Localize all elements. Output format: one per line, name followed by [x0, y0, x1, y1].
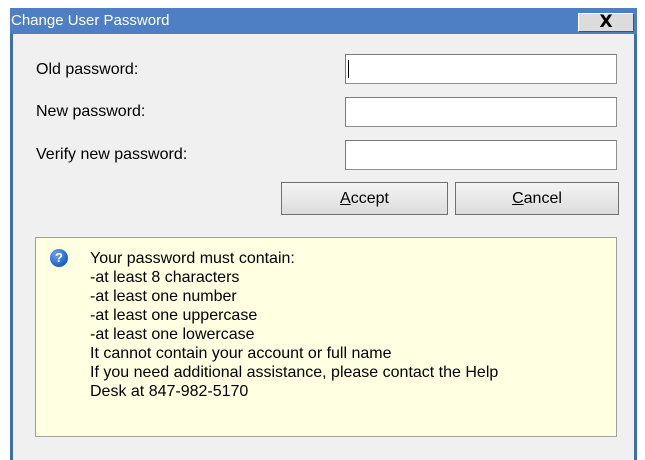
new-password-field[interactable] [345, 97, 617, 127]
cancel-label: ancel [523, 190, 562, 207]
password-requirements-panel: ? Your password must contain: -at least … [35, 237, 617, 437]
verify-password-label: Verify new password: [36, 146, 188, 163]
verify-password-field[interactable] [345, 140, 617, 170]
requirements-text: Your password must contain: -at least 8 … [90, 249, 610, 401]
cancel-mnemonic: C [512, 190, 524, 207]
accept-label: ccept [350, 190, 389, 207]
window-title: Change User Password [11, 12, 170, 29]
title-bar[interactable]: Change User Password X [10, 8, 637, 34]
cancel-button[interactable]: Cancel [455, 182, 619, 215]
accept-mnemonic: A [340, 190, 351, 207]
info-line: -at least 8 characters [90, 269, 240, 286]
close-button[interactable]: X [578, 12, 634, 32]
text-caret [348, 60, 349, 78]
new-password-label: New password: [36, 103, 146, 120]
accept-button[interactable]: Accept [281, 182, 448, 215]
info-line: -at least one number [90, 288, 237, 305]
info-line: -at least one lowercase [90, 326, 255, 343]
info-line: Your password must contain: [90, 250, 295, 267]
old-password-label: Old password: [36, 61, 139, 78]
info-line: If you need additional assistance, pleas… [90, 364, 499, 381]
info-line: -at least one uppercase [90, 307, 258, 324]
info-line: Desk at 847-982-5170 [90, 383, 249, 400]
info-line: It cannot contain your account or full n… [90, 345, 392, 362]
help-question-icon: ? [50, 249, 68, 267]
close-icon: X [599, 12, 613, 32]
old-password-field[interactable] [345, 54, 617, 84]
